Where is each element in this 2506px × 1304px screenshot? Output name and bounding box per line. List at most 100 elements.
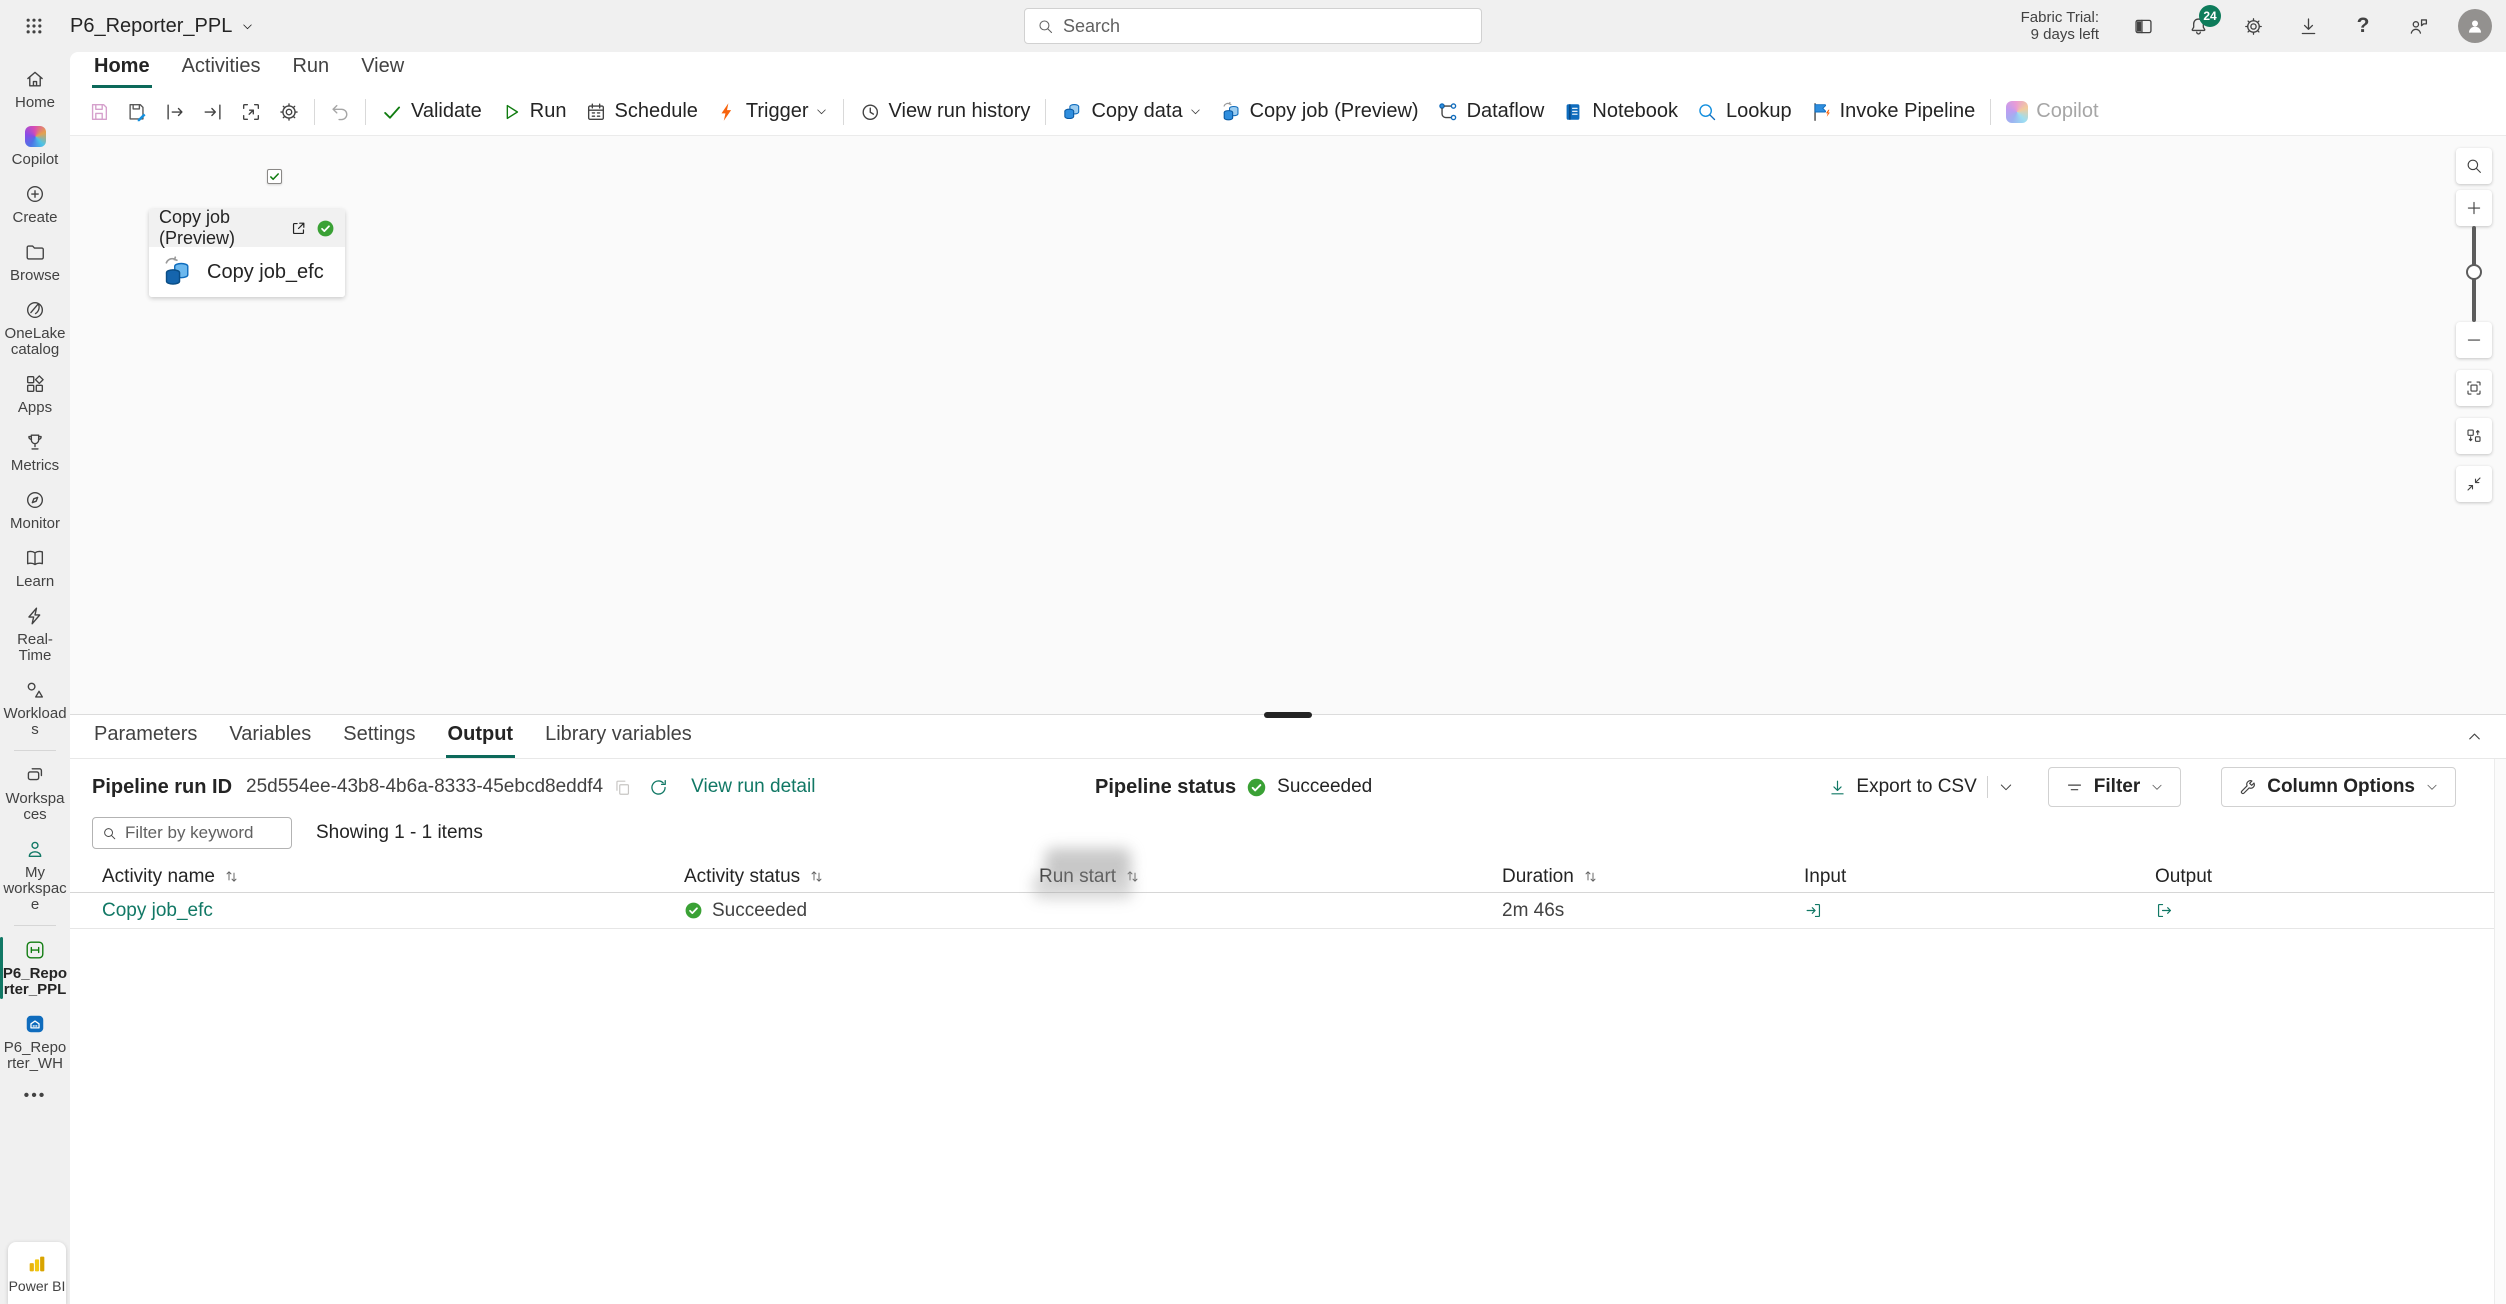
panel-scrollbar[interactable] <box>2494 759 2506 1304</box>
panel-resize-handle[interactable] <box>1264 712 1312 718</box>
pipeline-title-menu[interactable]: P6_Reporter_PPL <box>70 15 254 38</box>
activity-name-link[interactable]: Copy job_efc <box>92 900 674 922</box>
column-options-button[interactable]: Column Options <box>2221 767 2456 807</box>
notebook-button[interactable]: Notebook <box>1553 93 1687 131</box>
copy-data-icon <box>1061 101 1083 123</box>
downloads-button[interactable] <box>2293 11 2323 41</box>
shapes-icon <box>24 679 46 701</box>
sidebar-item-copilot[interactable]: Copilot <box>0 118 70 175</box>
copy-run-id-button[interactable] <box>613 778 632 797</box>
sidebar-item-my-workspace[interactable]: My workspace <box>0 830 70 920</box>
duration-cell: 2m 46s <box>1492 900 1794 922</box>
open-in-new-icon[interactable] <box>290 220 307 237</box>
tab-library-variables[interactable]: Library variables <box>543 715 694 758</box>
output-icon[interactable] <box>2155 901 2174 920</box>
sidebar-item-create[interactable]: Create <box>0 175 70 233</box>
keyword-filter-box[interactable] <box>92 817 292 849</box>
activity-status-checkbox[interactable] <box>267 169 282 184</box>
tab-variables[interactable]: Variables <box>227 715 313 758</box>
sidebar-item-p6-reporter-wh[interactable]: P6_Reporter_WH <box>0 1005 70 1079</box>
pipeline-canvas[interactable]: Copy job (Preview) Copy job_efc <box>70 136 2506 715</box>
sidebar-item-learn[interactable]: Learn <box>0 539 70 597</box>
tab-settings[interactable]: Settings <box>341 715 417 758</box>
plus-icon <box>2465 199 2483 217</box>
sidebar-divider <box>14 750 56 751</box>
tab-home[interactable]: Home <box>92 52 152 88</box>
output-panel: Parameters Variables Settings Output Lib… <box>70 715 2506 1304</box>
sidebar-item-home[interactable]: Home <box>0 60 70 118</box>
chevron-down-icon[interactable] <box>1998 779 2014 795</box>
search-input[interactable] <box>1063 16 1469 37</box>
column-header-duration[interactable]: Duration <box>1492 866 1794 888</box>
validate-button[interactable]: Validate <box>372 93 491 131</box>
gear-icon <box>2243 16 2264 37</box>
copy-icon <box>613 778 632 797</box>
sidebar-item-apps[interactable]: Apps <box>0 365 70 423</box>
import-button[interactable] <box>194 93 232 131</box>
help-button[interactable]: ? <box>2348 11 2378 41</box>
copilot-button[interactable]: Copilot <box>1997 93 2107 131</box>
zoom-to-fit-button[interactable] <box>2456 370 2492 406</box>
lookup-button[interactable]: Lookup <box>1687 93 1801 131</box>
view-run-detail-link[interactable]: View run detail <box>691 776 815 798</box>
auto-align-button[interactable] <box>2456 418 2492 454</box>
collapse-panel-button[interactable] <box>2465 727 2484 746</box>
app-launcher-button[interactable] <box>12 4 56 48</box>
pipeline-settings-button[interactable] <box>270 93 308 131</box>
global-search[interactable] <box>1024 8 1482 44</box>
side-panel-toggle-button[interactable] <box>2128 11 2158 41</box>
export-button[interactable] <box>156 93 194 131</box>
save-button[interactable] <box>80 93 118 131</box>
sidebar-item-workspaces[interactable]: Workspaces <box>0 756 70 830</box>
tab-view[interactable]: View <box>359 52 406 88</box>
run-button[interactable]: Run <box>491 93 576 131</box>
zoom-slider-knob[interactable] <box>2466 264 2482 280</box>
column-header-activity-name[interactable]: Activity name <box>92 866 674 888</box>
sidebar-item-p6-reporter-ppl[interactable]: P6_Reporter_PPL <box>0 931 70 1005</box>
notifications-button[interactable]: 24 <box>2183 11 2213 41</box>
settings-button[interactable] <box>2238 11 2268 41</box>
undo-button[interactable] <box>321 93 359 131</box>
sidebar-item-metrics[interactable]: Metrics <box>0 423 70 481</box>
sidebar-item-onelake-catalog[interactable]: OneLake catalog <box>0 291 70 365</box>
refresh-button[interactable] <box>648 777 669 798</box>
schedule-button[interactable]: Schedule <box>576 93 707 131</box>
trigger-button[interactable]: Trigger <box>707 93 837 131</box>
copy-data-button[interactable]: Copy data <box>1052 93 1210 131</box>
activity-card-copy-job[interactable]: Copy job (Preview) Copy job_efc <box>149 209 345 297</box>
copy-job-activity-icon <box>160 255 194 289</box>
filter-button[interactable]: Filter <box>2048 767 2181 807</box>
tab-parameters[interactable]: Parameters <box>92 715 199 758</box>
column-header-activity-status[interactable]: Activity status <box>674 866 1029 888</box>
filter-lines-icon <box>2065 778 2084 797</box>
sidebar-item-browse[interactable]: Browse <box>0 233 70 291</box>
dataflow-button[interactable]: Dataflow <box>1428 93 1554 131</box>
copilot-icon <box>25 126 46 147</box>
feedback-button[interactable] <box>2403 11 2433 41</box>
input-icon[interactable] <box>1804 901 1823 920</box>
zoom-in-button[interactable] <box>2456 190 2492 226</box>
view-run-history-button[interactable]: View run history <box>850 93 1040 131</box>
collapse-diagonal-icon <box>2465 475 2483 493</box>
invoke-pipeline-button[interactable]: Invoke Pipeline <box>1801 93 1985 131</box>
tab-output[interactable]: Output <box>446 715 516 758</box>
sort-icon <box>224 869 239 884</box>
export-to-csv-button[interactable]: Export to CSV <box>1828 776 1976 798</box>
table-header-row: Activity name Activity status Run start … <box>70 861 2506 893</box>
save-as-button[interactable] <box>118 93 156 131</box>
collapse-canvas-button[interactable] <box>2456 466 2492 502</box>
sidebar-item-real-time[interactable]: Real-Time <box>0 597 70 671</box>
zoom-slider[interactable] <box>2456 226 2492 322</box>
tab-activities[interactable]: Activities <box>180 52 263 88</box>
tab-run[interactable]: Run <box>290 52 331 88</box>
sidebar-item-workloads[interactable]: Workloads <box>0 671 70 745</box>
canvas-search-button[interactable] <box>2456 148 2492 184</box>
keyword-filter-input[interactable] <box>125 823 282 843</box>
zoom-out-button[interactable] <box>2456 322 2492 358</box>
sidebar-item-power-bi[interactable]: Power BI <box>8 1242 66 1304</box>
copy-job-button[interactable]: Copy job (Preview) <box>1211 93 1428 131</box>
export-template-button[interactable] <box>232 93 270 131</box>
sidebar-item-monitor[interactable]: Monitor <box>0 481 70 539</box>
sidebar-more-button[interactable]: ••• <box>0 1079 70 1112</box>
account-avatar[interactable] <box>2458 9 2492 43</box>
